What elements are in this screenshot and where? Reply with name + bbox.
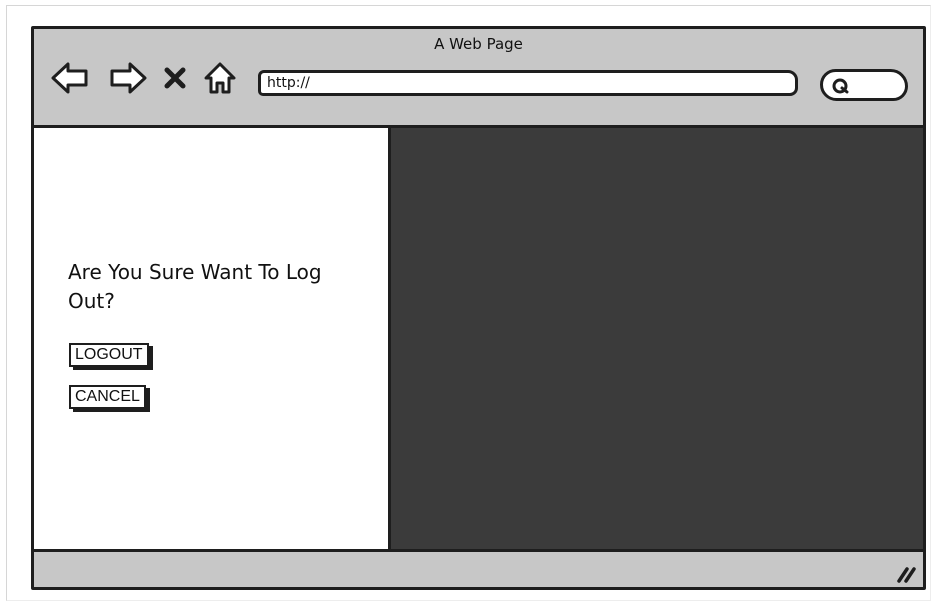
stop-button[interactable] (160, 58, 190, 98)
back-button[interactable] (50, 58, 90, 98)
left-arrow-icon (51, 62, 88, 94)
logout-panel: Are You Sure Want To Log Out? LOGOUT CAN… (34, 128, 391, 549)
window-title: A Web Page (434, 35, 523, 53)
logout-button[interactable]: LOGOUT (69, 343, 149, 367)
browser-window: A Web Page http:// Are You Sure Want To … (31, 26, 926, 590)
browser-toolbar: A Web Page (34, 29, 923, 128)
search-icon (832, 78, 849, 94)
resize-grip-icon[interactable] (895, 563, 917, 583)
home-icon (204, 62, 236, 94)
address-bar[interactable] (258, 70, 798, 96)
close-x-icon (164, 67, 186, 89)
status-bar (34, 549, 923, 587)
dark-content-area (391, 128, 923, 549)
search-button[interactable] (820, 69, 908, 101)
cancel-button[interactable]: CANCEL (69, 385, 146, 409)
home-button[interactable] (200, 58, 240, 98)
forward-button[interactable] (108, 58, 148, 98)
right-arrow-icon (110, 62, 147, 94)
logout-question: Are You Sure Want To Log Out? (68, 260, 322, 313)
